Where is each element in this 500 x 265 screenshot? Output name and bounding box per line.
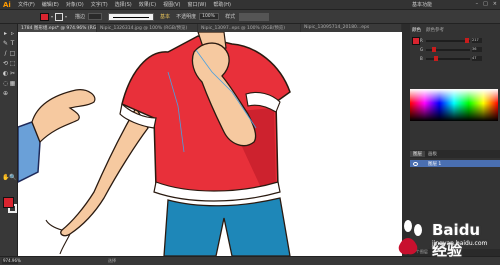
selection-tool-icon[interactable]: ▸ xyxy=(2,30,9,37)
tab-layers[interactable]: 图层 xyxy=(410,151,425,157)
tools-panel: ▸ ▹ ✎ T / □ ⟲ ⬚ ◐ ✂ ◌ ▦ ⊕ ✋ 🔍 xyxy=(0,24,18,256)
slider-knob[interactable] xyxy=(465,38,469,43)
chevron-down-icon[interactable]: ▾ xyxy=(65,14,67,19)
artboard-canvas[interactable] xyxy=(18,32,402,256)
channel-value[interactable]: 36 xyxy=(472,47,482,52)
line-tool-icon[interactable]: / xyxy=(2,50,9,57)
channel-label: G xyxy=(420,47,424,52)
pen-tool-icon[interactable]: ✎ xyxy=(2,40,9,47)
color-spectrum-highlight xyxy=(410,89,498,103)
slider-knob[interactable] xyxy=(434,56,438,61)
color-slider-r[interactable]: R 217 xyxy=(420,38,482,43)
rectangle-tool-icon[interactable]: □ xyxy=(9,50,16,57)
color-slider-g[interactable]: G 36 xyxy=(420,47,482,52)
channel-value[interactable]: 47 xyxy=(472,56,482,61)
menu-object[interactable]: 对象(O) xyxy=(66,1,84,8)
menu-select[interactable]: 选择(S) xyxy=(115,1,132,8)
color-panel-tab[interactable]: 颜色 xyxy=(412,27,421,33)
graph-tool-icon[interactable]: ▦ xyxy=(9,80,16,87)
hand-tool-icon[interactable]: ✋ xyxy=(2,174,9,181)
opacity-input[interactable]: 100% xyxy=(199,13,220,20)
menu-effect[interactable]: 效果(C) xyxy=(139,1,156,8)
style-dropdown[interactable] xyxy=(239,12,270,21)
menu-file[interactable]: 文件(F) xyxy=(18,1,35,8)
channel-label: R xyxy=(420,38,423,43)
maximize-button[interactable]: □ xyxy=(483,1,488,7)
channel-label: B xyxy=(420,56,423,61)
zoom-field[interactable]: 974.96% xyxy=(2,258,21,264)
color-slider-b[interactable]: B 47 xyxy=(420,56,482,61)
type-tool-icon[interactable]: T xyxy=(9,40,16,47)
tab-document-active[interactable]: 1784 图形组.eps* @ 974.96% (RGB/预览) xyxy=(18,24,96,32)
channel-value[interactable]: 217 xyxy=(472,38,482,43)
panel-fill-swatch[interactable] xyxy=(412,37,420,45)
tab-document[interactable]: Nipic_13095714_20180...eps xyxy=(301,24,401,32)
slider-track[interactable] xyxy=(426,40,470,42)
layer-name[interactable]: 图层 1 xyxy=(428,161,441,167)
scale-tool-icon[interactable]: ⬚ xyxy=(9,60,16,67)
fill-color-swatch[interactable] xyxy=(40,12,49,21)
rotate-tool-icon[interactable]: ⟲ xyxy=(2,60,9,67)
menu-window[interactable]: 窗口(W) xyxy=(187,1,206,8)
menu-type[interactable]: 文字(T) xyxy=(91,1,108,8)
baidu-watermark: Baidu 经验 jingyan.baidu.com xyxy=(388,218,498,260)
workspace-switcher[interactable]: 基本功能 xyxy=(412,1,432,8)
app-logo: Ai xyxy=(3,0,11,9)
brush-label: 基本 xyxy=(160,14,171,20)
blend-tool-icon[interactable]: ◐ xyxy=(2,70,9,77)
color-guide-tab[interactable]: 颜色参考 xyxy=(426,27,444,33)
chevron-down-icon[interactable]: ▾ xyxy=(51,14,53,19)
stroke-label: 描边 xyxy=(75,14,86,20)
stroke-color-swatch[interactable] xyxy=(55,12,64,21)
zoom-tool-icon[interactable]: 🔍 xyxy=(9,174,16,181)
paw-logo-icon xyxy=(390,220,422,255)
slider-knob[interactable] xyxy=(432,47,436,52)
document-tabs: 1784 图形组.eps* @ 974.96% (RGB/预览) Nipic_1… xyxy=(18,24,402,32)
menu-edit[interactable]: 编辑(E) xyxy=(42,1,59,8)
symbol-tool-icon[interactable]: ⊕ xyxy=(2,90,9,97)
menu-view[interactable]: 视图(V) xyxy=(163,1,180,8)
direct-selection-tool-icon[interactable]: ▹ xyxy=(9,30,16,37)
layer-row[interactable]: 图层 1 xyxy=(410,160,500,167)
brush-stroke-preview[interactable] xyxy=(108,12,155,21)
tab-document[interactable]: Nipic_13097..eps @ 100% (RGB/预览) xyxy=(198,24,300,32)
scissors-tool-icon[interactable]: ✂ xyxy=(9,70,16,77)
status-text: 选择 xyxy=(108,258,116,263)
toolbar-fill-swatch[interactable] xyxy=(3,197,14,208)
opacity-label[interactable]: 不透明度 xyxy=(176,13,196,20)
eye-icon[interactable] xyxy=(413,161,418,166)
style-label: 样式 xyxy=(225,14,236,20)
layers-panel-tabs: 图层 画板 xyxy=(410,150,500,158)
slider-track[interactable] xyxy=(426,58,470,60)
lasso-tool-icon[interactable]: ◌ xyxy=(2,80,9,87)
window-controls: – □ × xyxy=(476,1,497,7)
control-bar: ▾ ▾ 描边 基本 不透明度 100% 样式 xyxy=(0,10,500,24)
stroke-weight-input[interactable] xyxy=(88,13,103,20)
illustration-artwork xyxy=(18,32,291,256)
tab-artboards[interactable]: 画板 xyxy=(425,151,440,157)
close-button[interactable]: × xyxy=(493,1,497,7)
menu-bar: Ai 文件(F) 编辑(E) 对象(O) 文字(T) 选择(S) 效果(C) 视… xyxy=(0,0,500,10)
tab-document[interactable]: Nipic_1326314.jpg @ 100% (RGB/预览) xyxy=(97,24,197,32)
menu-help[interactable]: 帮助(H) xyxy=(213,1,231,8)
minimize-button[interactable]: – xyxy=(476,1,479,7)
watermark-url: jingyan.baidu.com xyxy=(432,240,488,247)
